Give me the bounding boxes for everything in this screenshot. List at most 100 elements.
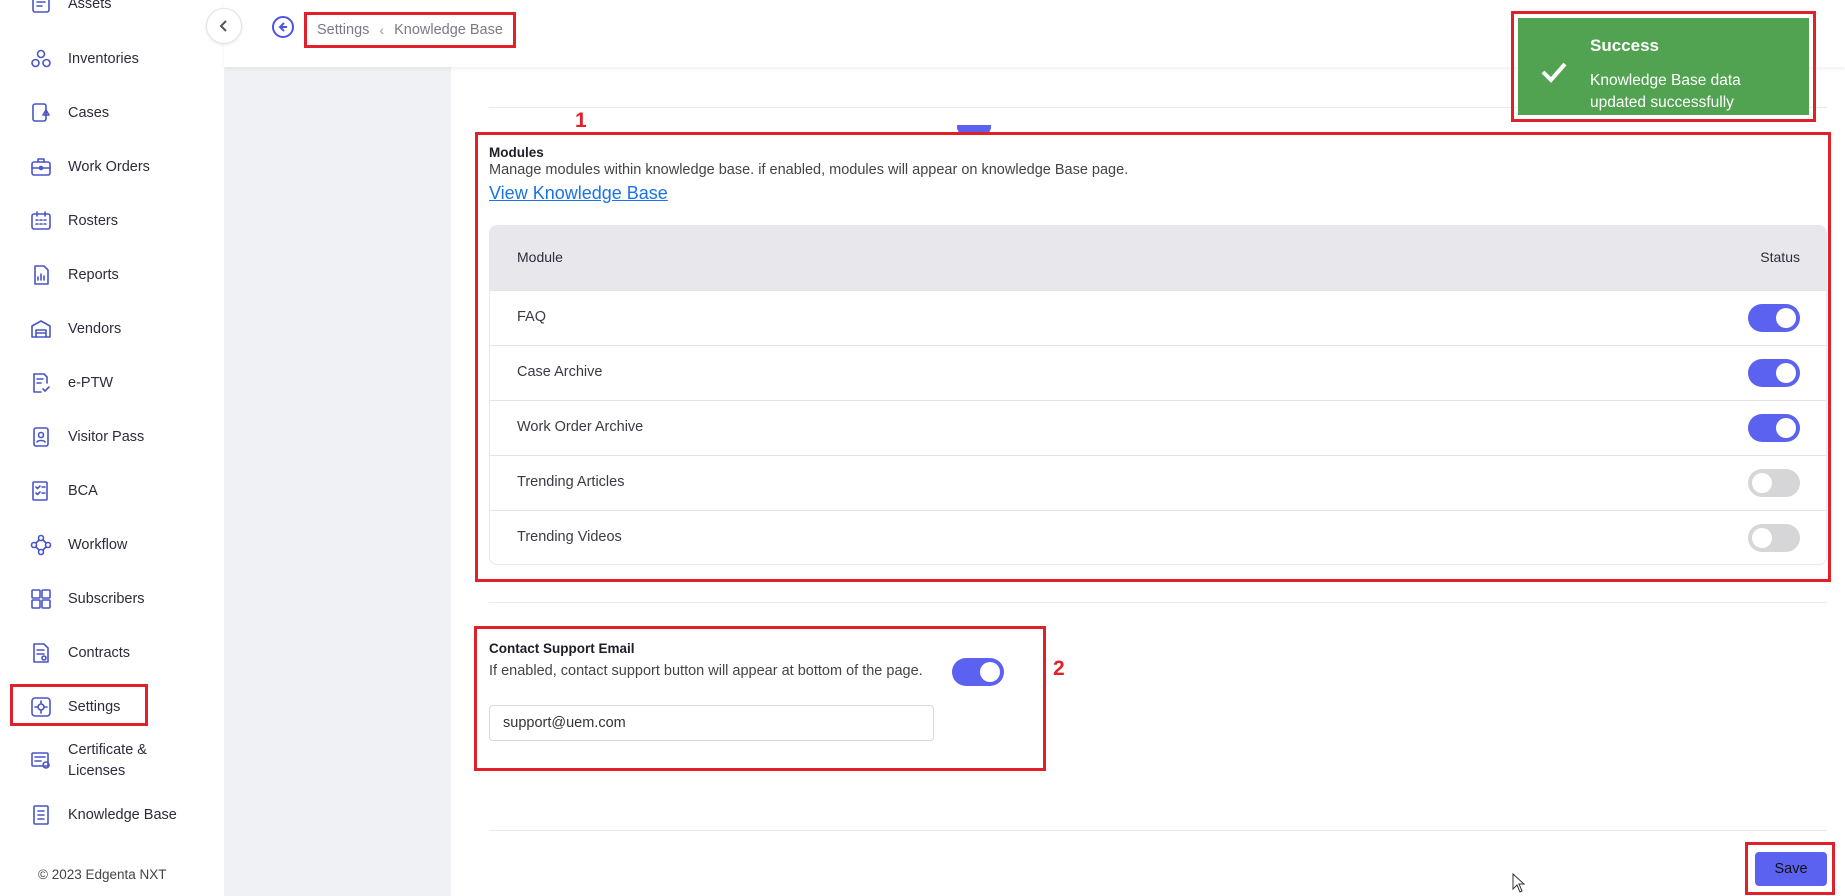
subscribers-icon (28, 586, 54, 612)
chevron-left-icon: ‹ (379, 22, 385, 38)
sidebar-item-subscribers[interactable]: Subscribers (0, 576, 224, 622)
breadcrumb-settings-link[interactable]: Settings (317, 22, 369, 38)
sidebar-item-label: Visitor Pass (68, 428, 145, 445)
sidebar-item-certificate-licenses[interactable]: Certificate & Licenses (0, 738, 224, 784)
column-status: Status (1760, 249, 1800, 265)
sidebar-item-vendors[interactable]: Vendors (0, 306, 224, 352)
arrow-left-circle-icon (272, 16, 294, 38)
sidebar-item-label: Vendors (68, 320, 122, 337)
sidebar-item-visitor-pass[interactable]: Visitor Pass (0, 414, 224, 460)
sidebar-item-contracts[interactable]: Contracts (0, 630, 224, 676)
modules-table: Module Status FAQ Case Archive Work Orde… (489, 225, 1827, 565)
mouse-cursor-icon (1512, 873, 1526, 893)
work-order-archive-toggle[interactable] (1748, 414, 1800, 442)
sidebar-item-bca[interactable]: BCA (0, 468, 224, 514)
annotation-box-settings (10, 684, 148, 726)
faq-toggle[interactable] (1748, 304, 1800, 332)
table-row: FAQ (490, 290, 1826, 345)
save-button[interactable]: Save (1755, 852, 1827, 886)
contact-support-description: If enabled, contact support button will … (489, 663, 923, 679)
reports-icon (28, 262, 54, 288)
toggle-knob (1776, 363, 1796, 383)
knowledge-base-icon (28, 802, 54, 828)
annotation-box-save: Save (1745, 842, 1835, 895)
sidebar-item-reports[interactable]: Reports (0, 252, 224, 298)
sidebar-item-label: Certificate & Licenses (68, 742, 147, 779)
contracts-icon (28, 640, 54, 666)
breadcrumb: Settings ‹ Knowledge Base (304, 12, 516, 48)
column-module: Module (517, 249, 563, 265)
table-row: Trending Videos (490, 510, 1826, 564)
certificate-icon (28, 748, 54, 774)
toggle-knob (1776, 418, 1796, 438)
breadcrumb-current: Knowledge Base (394, 22, 503, 38)
view-knowledge-base-link[interactable]: View Knowledge Base (489, 183, 668, 204)
divider (489, 830, 1827, 831)
sidebar-item-inventories[interactable]: Inventories (0, 36, 224, 82)
table-header: Module Status (490, 226, 1826, 290)
copyright: © 2023 Edgenta NXT (38, 867, 167, 882)
sidebar-collapse-button[interactable] (206, 8, 242, 44)
sidebar-item-label: Rosters (68, 212, 118, 229)
annotation-box-toast: Success Knowledge Base data updated succ… (1511, 11, 1816, 122)
sidebar-item-label: Contracts (68, 644, 131, 661)
sidebar-item-label: Workflow (68, 536, 128, 553)
bca-icon (28, 478, 54, 504)
back-button[interactable] (271, 15, 295, 39)
sidebar-item-assets[interactable]: Assets (0, 0, 224, 27)
table-row: Work Order Archive (490, 400, 1826, 455)
support-email-input[interactable] (489, 705, 934, 741)
sidebar-item-label: BCA (68, 482, 98, 499)
sidebar: Assets Inventories Cases Work Orders Ros… (0, 0, 224, 896)
module-name: Trending Articles (517, 474, 625, 490)
toggle-knob (1752, 473, 1772, 493)
toggle-knob (1752, 528, 1772, 548)
module-name: FAQ (517, 309, 547, 325)
checkmark-icon (1540, 60, 1568, 84)
sidebar-item-label: e-PTW (68, 374, 114, 391)
work-orders-icon (28, 154, 54, 180)
sidebar-item-workflow[interactable]: Workflow (0, 522, 224, 568)
contact-support-title: Contact Support Email (489, 641, 635, 656)
success-toast[interactable]: Success Knowledge Base data updated succ… (1518, 18, 1809, 115)
case-archive-toggle[interactable] (1748, 359, 1800, 387)
sidebar-item-cases[interactable]: Cases (0, 90, 224, 136)
trending-videos-toggle[interactable] (1748, 524, 1800, 552)
table-row: Trending Articles (490, 455, 1826, 510)
annotation-marker-2: 2 (1053, 657, 1065, 680)
module-name: Case Archive (517, 364, 603, 380)
vendors-icon (28, 316, 54, 342)
table-row: Case Archive (490, 345, 1826, 400)
sidebar-item-label: Work Orders (68, 158, 150, 175)
toast-title: Success (1590, 36, 1659, 55)
annotation-marker-1: 1 (575, 109, 587, 132)
toggle-knob (980, 662, 1000, 682)
cases-icon (28, 100, 54, 126)
visitor-pass-icon (28, 424, 54, 450)
modules-title: Modules (489, 145, 544, 160)
assets-icon (28, 0, 54, 17)
trending-articles-toggle[interactable] (1748, 469, 1800, 497)
sidebar-item-label: Subscribers (68, 590, 145, 607)
workflow-icon (28, 532, 54, 558)
sidebar-item-label: Reports (68, 266, 119, 283)
sidebar-item-label: Assets (68, 0, 112, 12)
toggle-knob (1776, 308, 1796, 328)
rosters-icon (28, 208, 54, 234)
toast-message: Knowledge Base data updated successfully (1590, 72, 1741, 111)
chevron-left-icon (219, 20, 227, 32)
sidebar-item-eptw[interactable]: e-PTW (0, 360, 224, 406)
inventories-icon (28, 46, 54, 72)
sidebar-item-rosters[interactable]: Rosters (0, 198, 224, 244)
module-name: Trending Videos (517, 529, 622, 545)
sidebar-item-label: Cases (68, 104, 110, 121)
eptw-icon (28, 370, 54, 396)
sidebar-item-label: Knowledge Base (68, 806, 177, 823)
sidebar-item-work-orders[interactable]: Work Orders (0, 144, 224, 190)
modules-description: Manage modules within knowledge base. if… (489, 162, 1129, 178)
module-name: Work Order Archive (517, 419, 644, 435)
divider (489, 602, 1827, 603)
contact-support-toggle[interactable] (952, 658, 1004, 686)
sidebar-item-label: Inventories (68, 50, 139, 67)
sidebar-item-knowledge-base[interactable]: Knowledge Base (0, 792, 224, 838)
